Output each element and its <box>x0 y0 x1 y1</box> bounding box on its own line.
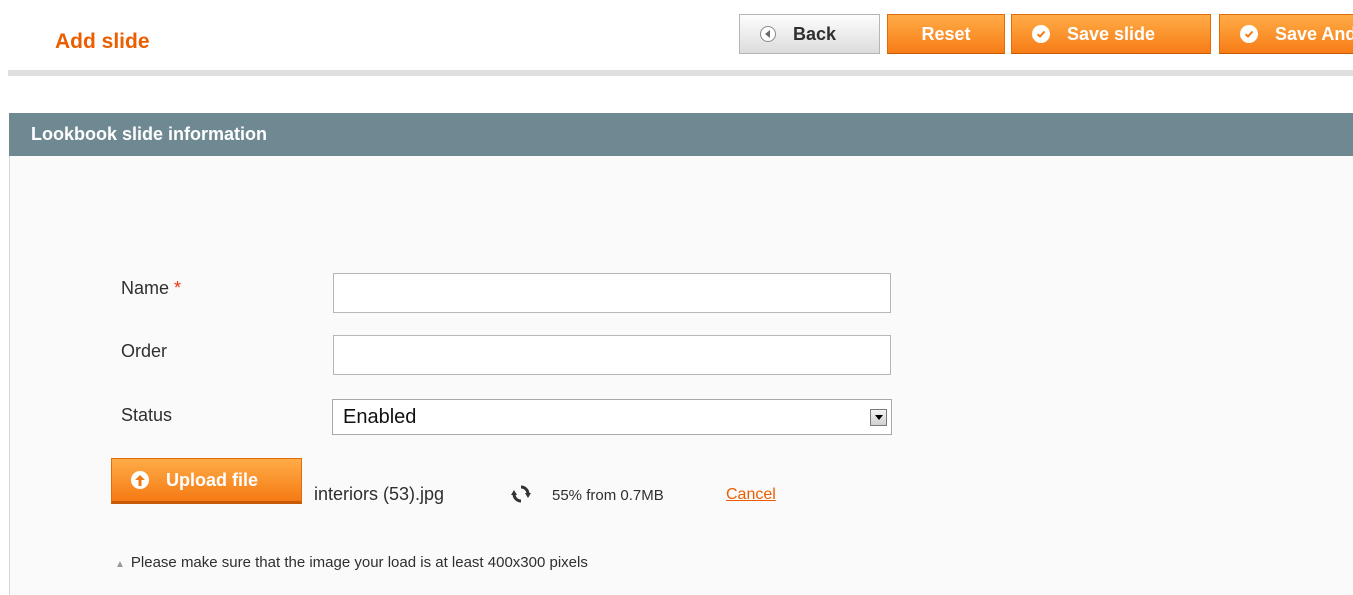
upload-icon <box>131 471 149 489</box>
cancel-upload-link[interactable]: Cancel <box>726 486 776 504</box>
fieldset-header: Lookbook slide information <box>9 113 1353 156</box>
order-field[interactable] <box>333 335 891 375</box>
check-circle-icon <box>1032 25 1050 43</box>
order-label-text: Order <box>121 341 168 361</box>
order-label: Order <box>121 341 167 362</box>
slide-information-fieldset: Lookbook slide information Name * Order S… <box>9 113 1353 595</box>
refresh-icon <box>511 484 531 509</box>
name-label-text: Name <box>121 278 170 298</box>
image-size-note-text: Please make sure that the image your loa… <box>130 554 588 571</box>
reset-button-label: Reset <box>921 23 971 44</box>
header-divider <box>8 70 1353 76</box>
status-label: Status <box>121 405 172 426</box>
back-button[interactable]: Back <box>739 14 880 54</box>
image-size-note: ▲ Please make sure that the image your lo… <box>115 554 588 571</box>
page-title: Add slide <box>55 30 150 53</box>
status-label-text: Status <box>121 405 173 425</box>
reset-button[interactable]: Reset <box>887 14 1005 54</box>
uploaded-file-name: interiors (53).jpg <box>314 484 445 504</box>
upload-file-button[interactable]: Upload file <box>111 458 302 504</box>
upload-progress-text: 55% from 0.7MB <box>552 487 664 504</box>
back-arrow-icon <box>760 26 776 42</box>
save-slide-button[interactable]: Save slide <box>1011 14 1211 54</box>
save-and-continue-button-label: Save And Continue Edit <box>1275 23 1353 44</box>
check-circle-icon <box>1240 25 1258 43</box>
chevron-down-icon[interactable] <box>870 408 887 426</box>
back-button-label: Back <box>793 23 837 44</box>
upload-file-button-label: Upload file <box>166 469 259 490</box>
save-slide-button-label: Save slide <box>1067 23 1156 44</box>
name-label: Name * <box>121 278 181 299</box>
fieldset-body: Name * Order Status Enabled Upload file i… <box>9 156 1353 595</box>
fieldset-title: Lookbook slide information <box>31 124 268 144</box>
required-mark: * <box>174 278 182 298</box>
save-and-continue-button[interactable]: Save And Continue Edit <box>1219 14 1353 54</box>
status-select[interactable]: Enabled <box>332 399 892 435</box>
toolbar: Back Reset Save slide Save And Continue … <box>739 14 1353 56</box>
status-selected-value: Enabled <box>343 405 417 428</box>
triangle-icon: ▲ <box>115 559 125 570</box>
name-field[interactable] <box>333 273 891 313</box>
